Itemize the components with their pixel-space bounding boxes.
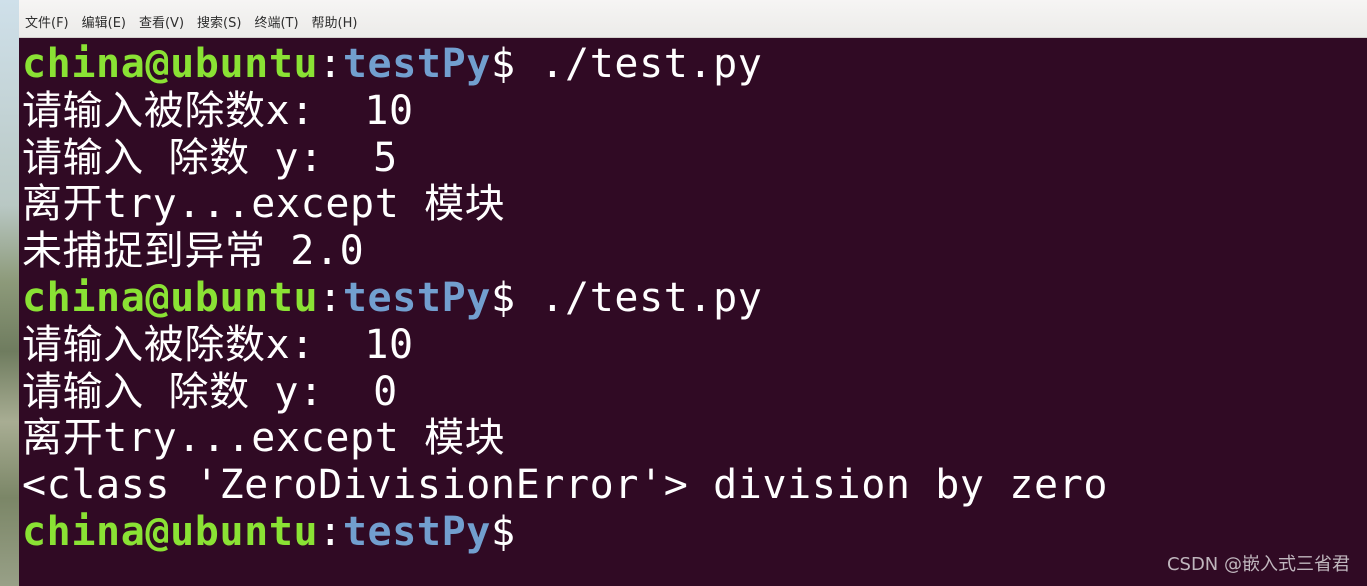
command-text: ./test.py <box>515 41 763 87</box>
output-line: 离开try...except 模块 <box>22 181 506 228</box>
prompt-user: china@ubuntu <box>22 41 319 87</box>
prompt-colon: : <box>318 274 343 321</box>
prompt-line: china@ubuntu:testPy$ <box>22 509 1367 556</box>
menu-terminal[interactable]: 终端(T) <box>254 15 298 33</box>
menu-edit[interactable]: 编辑(E) <box>82 15 126 33</box>
terminal-menubar: 文件(F) 编辑(E) 查看(V) 搜索(S) 终端(T) 帮助(H) <box>19 0 1367 38</box>
prompt-line: china@ubuntu:testPy$ ./test.py <box>22 41 1367 88</box>
prompt-colon: : <box>318 41 343 87</box>
prompt-path: testPy <box>342 508 491 555</box>
output-line: 请输入 除数 y: 0 <box>22 368 398 415</box>
menu-file[interactable]: 文件(F) <box>25 15 69 33</box>
prompt-dollar: $ <box>490 508 516 555</box>
command-text: ./test.py <box>515 274 763 321</box>
screen: 文件(F) 编辑(E) 查看(V) 搜索(S) 终端(T) 帮助(H) chin… <box>0 0 1367 586</box>
output-line: 请输入被除数x: 10 <box>22 87 414 134</box>
prompt-user: china@ubuntu <box>22 274 319 321</box>
menu-search[interactable]: 搜索(S) <box>197 15 241 33</box>
menu-help[interactable]: 帮助(H) <box>312 15 358 33</box>
output-line: 未捕捉到异常 2.0 <box>22 228 365 275</box>
prompt-path: testPy <box>342 41 491 87</box>
prompt-dollar: $ <box>490 274 516 321</box>
output-line: 请输入被除数x: 10 <box>22 321 414 368</box>
prompt-dollar: $ <box>490 41 516 87</box>
prompt-colon: : <box>318 508 343 555</box>
prompt-path: testPy <box>342 274 491 321</box>
prompt-user: china@ubuntu <box>22 508 319 555</box>
prompt-line: china@ubuntu:testPy$ ./test.py <box>22 275 1367 322</box>
menu-view[interactable]: 查看(V) <box>139 15 184 33</box>
output-line: 请输入 除数 y: 5 <box>22 134 398 181</box>
terminal-output[interactable]: china@ubuntu:testPy$ ./test.py 请输入被除数x: … <box>19 38 1367 586</box>
desktop-wallpaper <box>0 0 19 586</box>
error-line: <class 'ZeroDivisionError'> division by … <box>22 462 1109 509</box>
output-line: 离开try...except 模块 <box>22 415 506 462</box>
csdn-watermark: CSDN @嵌入式三省君 <box>1166 554 1350 575</box>
